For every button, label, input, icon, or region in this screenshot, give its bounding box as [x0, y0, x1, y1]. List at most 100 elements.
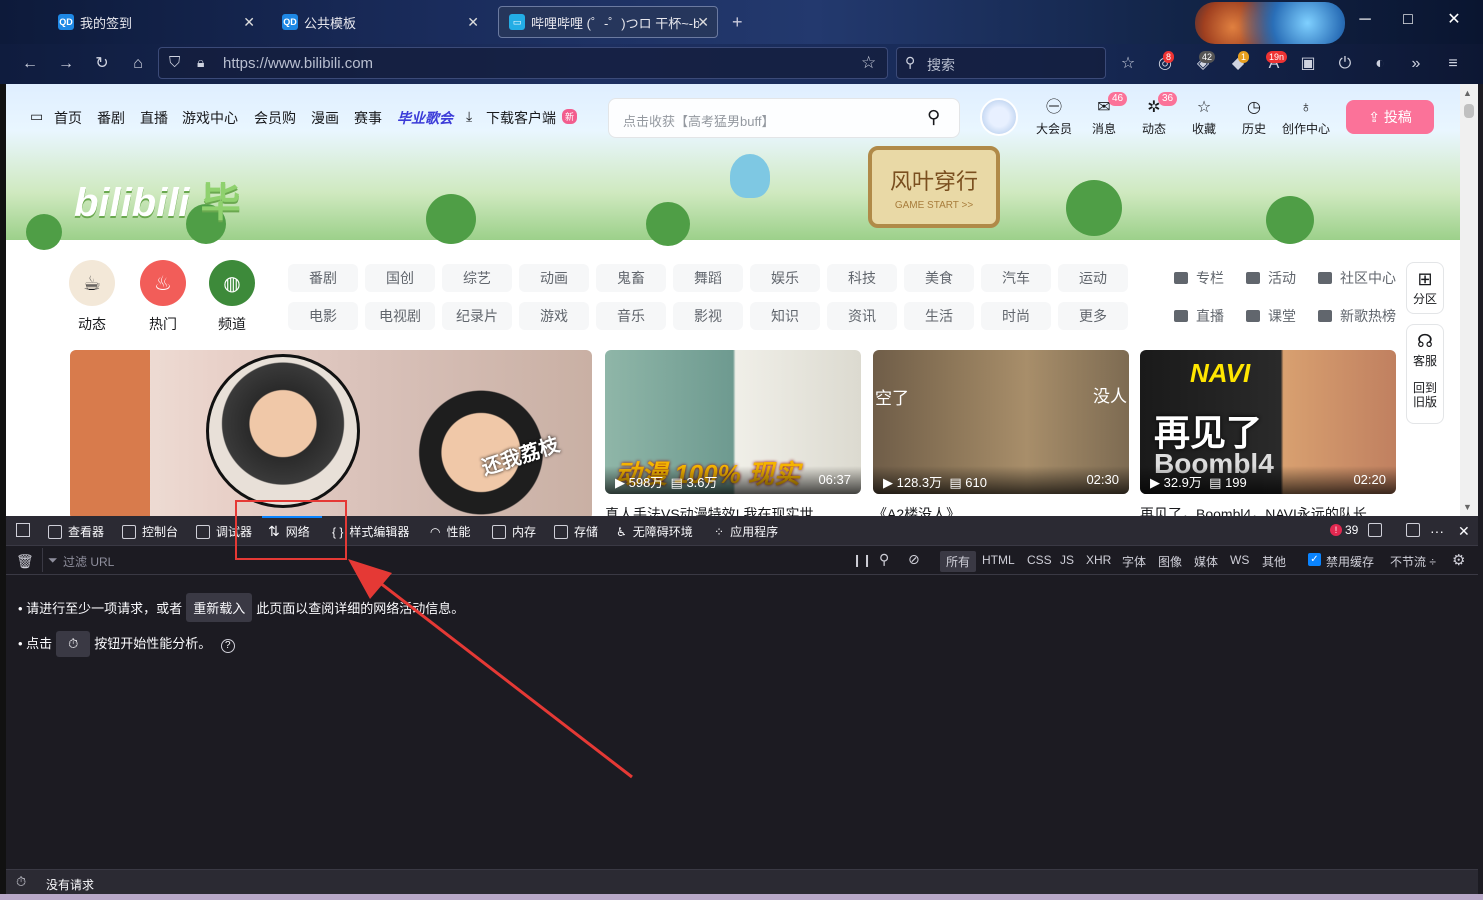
category-6[interactable]: 影视: [673, 302, 743, 330]
filter-ws[interactable]: WS: [1230, 553, 1249, 567]
event-sign[interactable]: 风叶穿行 GAME START >>: [868, 146, 1000, 228]
upload-button[interactable]: ⇪ 投稿: [1346, 100, 1434, 134]
filter-xhr[interactable]: XHR: [1086, 553, 1111, 567]
new-tab-plus-icon[interactable]: +: [732, 12, 743, 33]
category-4[interactable]: 动画: [519, 264, 589, 292]
shield-icon[interactable]: ⛉: [169, 54, 180, 71]
nav-mall[interactable]: 会员购: [254, 108, 296, 128]
nav-live[interactable]: 直播: [140, 108, 168, 128]
filter-media[interactable]: 媒体: [1194, 553, 1218, 570]
maximize-icon[interactable]: □: [1398, 10, 1418, 30]
disable-cache-checkbox[interactable]: ✓: [1308, 553, 1321, 566]
nav-bangumi[interactable]: 番剧: [97, 108, 125, 128]
close-window-icon[interactable]: ✕: [1444, 10, 1464, 30]
category-8[interactable]: 科技: [827, 264, 897, 292]
filter-fonts[interactable]: 字体: [1122, 553, 1146, 570]
minimize-icon[interactable]: ─: [1355, 10, 1375, 30]
filter-css[interactable]: CSS: [1027, 553, 1052, 567]
tab-memory[interactable]: 内存: [492, 523, 536, 540]
throttle-select[interactable]: 不节流 ÷: [1390, 553, 1436, 570]
error-counter[interactable]: ! 39: [1330, 523, 1358, 537]
bookmarks-icon[interactable]: ☆: [1118, 54, 1138, 74]
filter-all[interactable]: 所有: [940, 551, 977, 572]
category-9[interactable]: 美食: [904, 264, 974, 292]
more-options-icon[interactable]: ···: [1430, 523, 1444, 539]
close-devtools-icon[interactable]: ✕: [1458, 523, 1470, 540]
disable-cache-label[interactable]: 禁用缓存: [1326, 553, 1374, 570]
category-4[interactable]: 游戏: [519, 302, 589, 330]
nav-game-center[interactable]: 游戏中心: [182, 108, 238, 128]
save-icon[interactable]: ▣: [1298, 54, 1318, 74]
close-tab-icon[interactable]: ✕: [697, 14, 709, 31]
back-icon[interactable]: ←: [20, 54, 40, 74]
creator-center-entry[interactable]: ♁ 创作中心: [1278, 98, 1334, 137]
service-button[interactable]: ☊ 客服 回到旧版: [1406, 324, 1444, 424]
tab-public-template[interactable]: QD 公共模板 ✕: [272, 6, 487, 38]
vip-entry[interactable]: ㊀大会员: [1032, 98, 1076, 137]
category-7[interactable]: 知识: [750, 302, 820, 330]
filter-other[interactable]: 其他: [1262, 553, 1286, 570]
page-scrollbar[interactable]: ▲ ▼: [1460, 84, 1478, 516]
messages-entry[interactable]: ✉ 46 消息: [1082, 92, 1128, 137]
link-course[interactable]: 课堂: [1246, 306, 1296, 326]
link-live[interactable]: 直播: [1174, 306, 1224, 326]
nav-download-client[interactable]: 下载客户端: [486, 108, 556, 128]
menu-icon[interactable]: ≡: [1443, 54, 1463, 74]
channel-channels[interactable]: ◍ 频道: [196, 260, 268, 334]
stopwatch-button[interactable]: ⏱︎: [56, 631, 91, 657]
link-column[interactable]: 专栏: [1174, 268, 1224, 288]
scroll-thumb[interactable]: [1464, 104, 1474, 118]
link-activity[interactable]: 活动: [1246, 268, 1296, 288]
bilibili-logo[interactable]: bilibili 毕: [74, 170, 241, 228]
nav-home[interactable]: 首页: [54, 108, 82, 128]
responsive-icon[interactable]: [1368, 523, 1388, 537]
nav-manga[interactable]: 漫画: [311, 108, 339, 128]
category-2[interactable]: 电视剧: [365, 302, 435, 330]
element-picker-icon[interactable]: [16, 523, 36, 537]
category-1[interactable]: 电影: [288, 302, 358, 330]
tab-application[interactable]: ⁘ 应用程序: [714, 523, 778, 540]
search-icon[interactable]: ⚲: [879, 551, 889, 568]
block-icon[interactable]: ⊘: [908, 551, 920, 568]
category-10[interactable]: 汽车: [981, 264, 1051, 292]
tab-console[interactable]: 控制台: [122, 523, 178, 540]
overflow-chevron-icon[interactable]: »: [1406, 54, 1426, 74]
category-1[interactable]: 番剧: [288, 264, 358, 292]
url-text[interactable]: https://www.bilibili.com: [223, 55, 373, 72]
tab-inspector[interactable]: 查看器: [48, 523, 104, 540]
dock-icon[interactable]: [1406, 523, 1426, 537]
dynamics-entry[interactable]: ✲ 36 动态: [1132, 92, 1178, 137]
search-icon[interactable]: ⚲: [927, 107, 940, 128]
category-5[interactable]: 鬼畜: [596, 264, 666, 292]
video-card[interactable]: 动漫 100% 现实 ▶ 598万 ▤ 3.6万06:37: [605, 350, 861, 494]
category-9[interactable]: 生活: [904, 302, 974, 330]
tab-my-signin[interactable]: QD 我的签到 ✕: [48, 6, 263, 38]
reload-icon[interactable]: ↻: [92, 54, 112, 74]
trash-icon[interactable]: 🗑︎: [16, 553, 34, 570]
pause-icon[interactable]: ❙❙: [852, 553, 872, 567]
category-6[interactable]: 舞蹈: [673, 264, 743, 292]
filter-js[interactable]: JS: [1060, 553, 1074, 567]
star-bookmark-icon[interactable]: ☆: [861, 53, 876, 73]
profile-icon[interactable]: ◐: [1370, 54, 1390, 74]
nav-esports[interactable]: 赛事: [354, 108, 382, 128]
favorites-entry[interactable]: ☆ 收藏: [1182, 98, 1226, 137]
tab-performance[interactable]: ◠ 性能: [430, 523, 471, 540]
lock-icon[interactable]: 🔒︎: [197, 54, 204, 71]
video-title[interactable]: 真人手法VS动漫特效! 我在现实世...: [605, 504, 825, 516]
filter-url-input[interactable]: 过滤 URL: [63, 553, 114, 570]
avatar[interactable]: [980, 98, 1018, 136]
category-8[interactable]: 资讯: [827, 302, 897, 330]
forward-icon[interactable]: →: [56, 54, 76, 74]
filter-html[interactable]: HTML: [982, 553, 1015, 567]
tab-accessibility[interactable]: ♿︎ 无障碍环境: [616, 523, 693, 540]
category-10[interactable]: 时尚: [981, 302, 1051, 330]
tab-bilibili[interactable]: ▭ 哔哩哔哩 (゜-゜)つロ 干杯~-bil ✕: [498, 6, 718, 38]
category-3[interactable]: 综艺: [442, 264, 512, 292]
scroll-down-icon[interactable]: ▼: [1463, 502, 1472, 512]
reload-button[interactable]: 重新载入: [186, 593, 253, 622]
hero-carousel[interactable]: 还我荔枝: [70, 350, 592, 516]
channel-dynamics[interactable]: ☕ 动态: [56, 260, 128, 334]
link-new-songs[interactable]: 新歌热榜: [1318, 306, 1396, 326]
home-icon[interactable]: ⌂: [128, 54, 148, 74]
